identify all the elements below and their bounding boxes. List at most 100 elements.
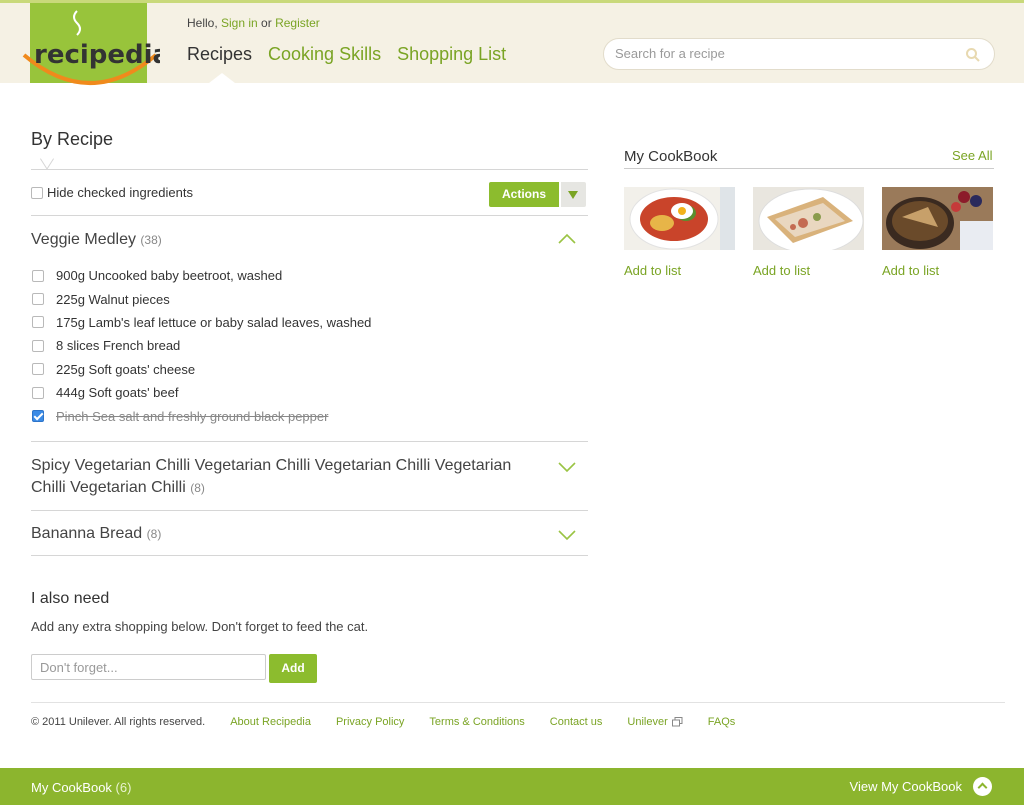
add-button[interactable]: Add [269, 654, 317, 683]
recipe-count: (38) [140, 233, 162, 247]
ingredient-text: 225g Walnut pieces [56, 291, 170, 307]
ingredient-checkbox[interactable] [32, 316, 44, 329]
add-to-list-link[interactable]: Add to list [624, 263, 681, 278]
logo-mark: recipedia [22, 10, 160, 85]
footer-link-contact[interactable]: Contact us [550, 716, 603, 728]
divider [31, 441, 588, 442]
copyright: © 2011 Unilever. All rights reserved. [31, 716, 206, 728]
footer-link-label: About Recipedia [230, 716, 311, 728]
greeting-or: or [257, 16, 276, 30]
chevron-down-icon[interactable] [558, 529, 576, 541]
cookbook-thumb-pie-berries[interactable] [882, 187, 993, 250]
steam-icon [73, 10, 81, 36]
list-item[interactable]: 225g Soft goats' cheese [31, 358, 371, 381]
ingredient-text: 900g Uncooked baby beetroot, washed [56, 268, 283, 284]
ingredient-text: 175g Lamb's leaf lettuce or baby salad l… [56, 314, 372, 330]
list-item[interactable]: 900g Uncooked baby beetroot, washed [31, 264, 371, 287]
ingredient-list: 900g Uncooked baby beetroot, washed 225g… [31, 264, 371, 428]
footer-link-label: Unilever [627, 716, 668, 728]
ingredient-text: 444g Soft goats' beef [56, 385, 179, 401]
logo-text: recipedia [34, 40, 160, 70]
greeting-prefix: Hello, [187, 16, 222, 30]
footer-link-label: Terms & Conditions [429, 716, 525, 728]
recipe-title-veggie-medley[interactable]: Veggie Medley (38) [31, 229, 162, 251]
cookbook-thumb-egg-salad[interactable] [624, 187, 735, 250]
chevron-down-icon[interactable] [558, 461, 576, 473]
footer-link-terms[interactable]: Terms & Conditions [429, 716, 524, 728]
footer-link-label: FAQs [707, 716, 736, 728]
divider [31, 555, 588, 556]
recipedia-logo[interactable]: recipedia [22, 3, 160, 85]
sandwich-image [753, 187, 864, 250]
egg-salad-image [624, 187, 735, 250]
also-need-title: I also need [31, 590, 110, 607]
ingredient-text: 8 slices French bread [56, 338, 181, 354]
footer-divider [31, 702, 1005, 703]
footer: © 2011 Unilever. All rights reserved. Ab… [31, 716, 760, 728]
add-to-list-link[interactable]: Add to list [882, 263, 939, 278]
recipe-title-spicy-vegetarian-chilli[interactable]: Spicy Vegetarian Chilli Vegetarian Chill… [31, 455, 511, 499]
ingredient-text: 225g Soft goats' cheese [56, 361, 196, 377]
ingredient-checkbox[interactable] [32, 293, 44, 306]
recipe-title-text: Chilli Vegetarian Chilli [31, 479, 186, 496]
add-to-list-link[interactable]: Add to list [753, 263, 810, 278]
section-title: By Recipe [31, 129, 114, 149]
footer-link-privacy[interactable]: Privacy Policy [336, 716, 404, 728]
cookbook-title: My CookBook [624, 148, 718, 165]
recipe-title-text: Veggie Medley [31, 231, 136, 248]
bottom-bar-label: My CookBook [31, 780, 112, 795]
actions-dropdown-toggle[interactable] [561, 182, 586, 207]
chevron-up-circle-icon[interactable] [973, 777, 992, 796]
recipe-count: (8) [146, 527, 162, 541]
list-item[interactable]: 225g Walnut pieces [31, 287, 371, 310]
cookbook-thumb-sandwich[interactable] [753, 187, 864, 250]
divider-caret [40, 158, 54, 170]
ingredient-checkbox[interactable] [32, 363, 44, 376]
list-item[interactable]: 175g Lamb's leaf lettuce or baby salad l… [31, 311, 371, 334]
view-cookbook-link[interactable]: View My CookBook [850, 779, 962, 794]
list-item[interactable]: 444g Soft goats' beef [31, 381, 371, 404]
hide-checked-label: Hide checked ingredients [47, 185, 193, 200]
footer-link-unilever[interactable]: Unilever [627, 716, 683, 728]
bottom-bar-cookbook[interactable]: My CookBook (6) [31, 780, 131, 795]
main-nav: Recipes Cooking Skills Shopping List [187, 44, 506, 65]
divider [31, 215, 588, 216]
nav-recipes[interactable]: Recipes [187, 44, 252, 65]
footer-link-label: Contact us [549, 716, 603, 728]
recipe-title-text: Bananna Bread [31, 525, 143, 542]
ingredient-checkbox[interactable] [32, 339, 44, 352]
bottom-bar-count: (6) [115, 780, 132, 795]
ingredient-checkbox[interactable] [32, 269, 44, 282]
footer-link-faqs[interactable]: FAQs [708, 716, 736, 728]
divider [31, 169, 588, 170]
recipe-title-text: Spicy Vegetarian Chilli Vegetarian Chill… [31, 457, 512, 474]
recipe-title-bananna-bread[interactable]: Bananna Bread (8) [31, 523, 161, 545]
extra-item-input[interactable] [31, 654, 266, 680]
ingredient-checkbox[interactable] [32, 410, 44, 423]
search-box [603, 38, 995, 70]
recipe-count: (8) [190, 481, 205, 495]
search-icon[interactable] [965, 47, 981, 63]
sign-in-link[interactable]: Sign in [221, 16, 258, 30]
external-window-icon [671, 717, 683, 727]
greeting: Hello, Sign in or Register [187, 16, 320, 30]
hide-checked-checkbox[interactable] [31, 186, 43, 199]
chevron-up-icon[interactable] [558, 233, 576, 245]
footer-link-about[interactable]: About Recipedia [230, 716, 311, 728]
search-input[interactable] [615, 46, 945, 61]
see-all-link[interactable]: See All [952, 148, 992, 163]
hide-checked-row[interactable]: Hide checked ingredients [31, 185, 193, 200]
divider [31, 510, 588, 511]
nav-shopping-list[interactable]: Shopping List [397, 44, 506, 65]
list-item[interactable]: 8 slices French bread [31, 334, 371, 357]
register-link[interactable]: Register [275, 16, 320, 30]
site-header: recipedia Hello, Sign in or Register Rec… [0, 3, 1024, 85]
nav-cooking-skills[interactable]: Cooking Skills [268, 44, 381, 65]
list-item[interactable]: Pinch Sea salt and freshly ground black … [31, 404, 371, 427]
actions-button[interactable]: Actions [489, 182, 559, 207]
ingredient-text: Pinch Sea salt and freshly ground black … [56, 408, 329, 424]
cookbook-divider [624, 168, 994, 169]
ingredient-checkbox[interactable] [32, 386, 44, 399]
cookbook-bottom-bar: My CookBook (6) View My CookBook [0, 768, 1024, 805]
active-nav-caret [209, 73, 235, 83]
